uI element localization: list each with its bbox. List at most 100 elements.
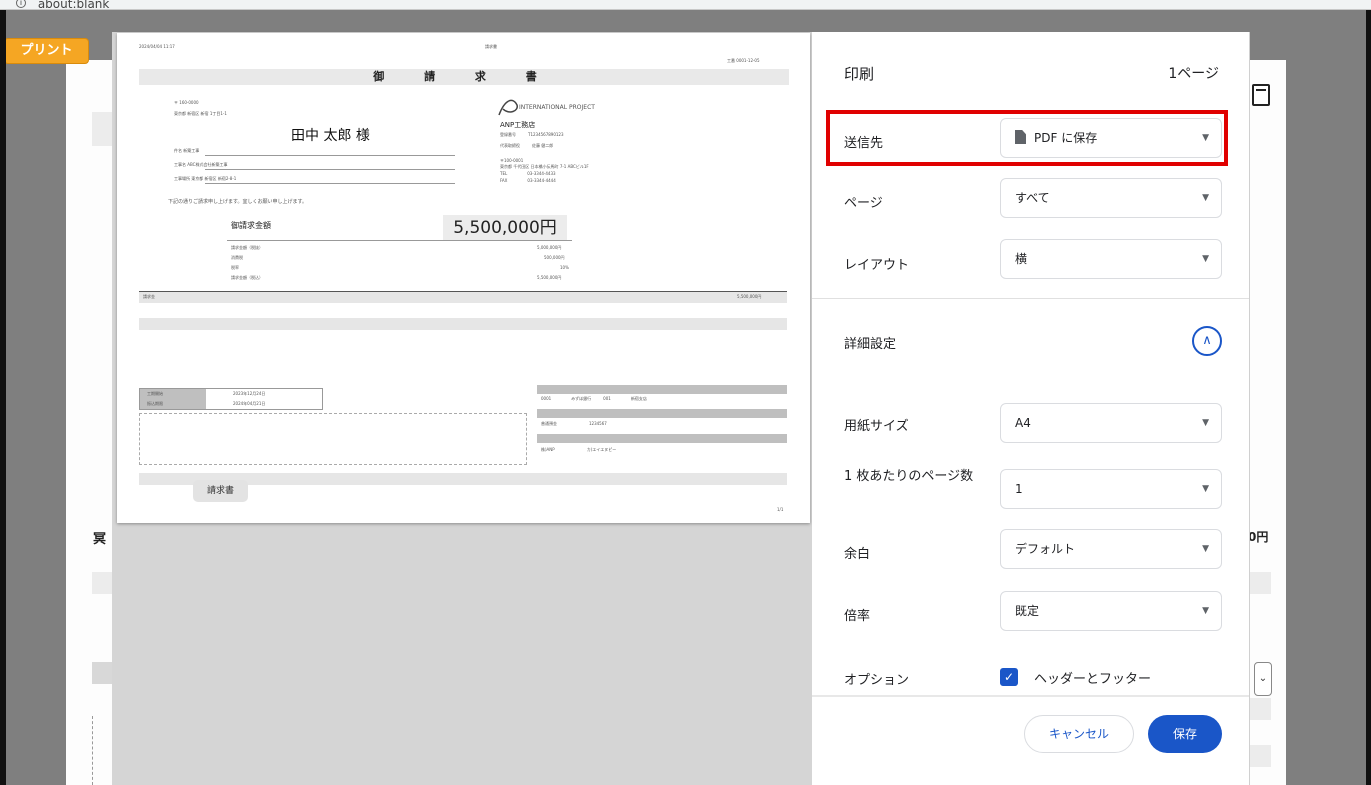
layout-select[interactable]: 横 ▼ <box>1000 239 1222 279</box>
address-bar[interactable]: i about:blank <box>0 0 1371 10</box>
underlying-band <box>1249 572 1271 594</box>
preview-breakdown: 500,000円 <box>544 255 565 260</box>
preview-company-info: 代表取締役 佐藤 健二郎 <box>500 143 554 148</box>
preview-breakdown: 10% <box>560 265 569 270</box>
preview-address: 東京都 新宿区 新宿 1丁目1-1 <box>174 111 227 116</box>
preview-amount-label: 御請求金額 <box>231 221 271 230</box>
panel-edge <box>1249 32 1250 785</box>
underlying-band <box>1249 698 1271 720</box>
preview-rule <box>205 169 455 170</box>
pages-value: すべて <box>1015 191 1050 205</box>
print-dialog-title: 印刷 <box>844 65 875 83</box>
preview-rule <box>227 240 572 241</box>
company-logo: INTERNATIONAL PROJECT <box>498 99 595 116</box>
preview-field: 件名 新築工事 <box>174 148 200 153</box>
pages-select[interactable]: すべて ▼ <box>1000 178 1222 218</box>
preview-page-number: 1/1 <box>777 507 784 512</box>
scale-value: 既定 <box>1015 604 1040 618</box>
save-button[interactable]: 保存 <box>1148 715 1222 753</box>
preview-company-info: TEL 03-3344-4433 <box>500 171 556 176</box>
underlying-band <box>1249 745 1271 767</box>
chevron-up-icon[interactable]: ∧ <box>1192 326 1222 356</box>
preview-rule <box>205 183 455 184</box>
paper-size-select[interactable]: A4 ▼ <box>1000 403 1222 443</box>
underlying-dashed-line <box>92 716 93 785</box>
preview-tag: 請求書 <box>193 480 248 502</box>
chevron-down-icon: ▼ <box>1202 484 1209 494</box>
destination-highlight-box <box>826 110 1228 166</box>
preview-header-text: 請求書 <box>485 44 497 49</box>
scale-label: 倍率 <box>844 609 871 624</box>
advanced-settings-label[interactable]: 詳細設定 <box>844 333 896 352</box>
preview-bank-text: 普通預金 1234567 <box>541 421 607 426</box>
preview-amount: 5,500,000円 <box>443 215 567 241</box>
scale-select[interactable]: 既定 ▼ <box>1000 591 1222 631</box>
headers-footers-checkbox[interactable]: ✓ <box>1000 668 1018 686</box>
preview-doc-title: 御 請 求 書 <box>139 69 789 85</box>
preview-total-bar <box>139 291 787 303</box>
preview-total-value: 5,500,000円 <box>737 294 762 299</box>
address-text: about:blank <box>37 0 110 10</box>
preview-postal: 〒 160-0000 <box>174 100 199 105</box>
preview-total-label: 請求金 <box>143 294 155 299</box>
preview-customer-name: 田中 太郎 様 <box>291 128 370 144</box>
chevron-down-icon: ▼ <box>1202 418 1209 428</box>
preview-company-name: ANP工務店 <box>500 121 536 129</box>
page-count: 1ページ <box>1168 66 1219 82</box>
preview-header-text: 2024/04/04 11:17 <box>139 44 175 49</box>
preview-header-text: 工番 0001-12-05 <box>727 58 760 63</box>
layout-value: 横 <box>1015 252 1028 266</box>
section-divider <box>812 298 1249 299</box>
pages-per-sheet-value: 1 <box>1015 482 1023 496</box>
preview-breakdown: 5,000,000円 <box>537 245 562 250</box>
print-button[interactable]: プリント <box>4 38 89 64</box>
preview-greeting: 下記の通りご請求申し上げます。宜しくお願い申し上げます。 <box>168 199 308 205</box>
pages-per-sheet-select[interactable]: 1 ▼ <box>1000 469 1222 509</box>
underlying-amount-fragment: 0円 <box>1248 530 1269 544</box>
preview-sheet: 2024/04/04 11:17 請求書 工番 0001-12-05 御 請 求… <box>117 33 810 523</box>
preview-breakdown: 税率 <box>231 265 239 270</box>
preview-company-info: 東京都 千代田区 日本橋小伝馬町 7-1 ABCビル1F <box>500 164 589 169</box>
footer-divider <box>812 695 1249 697</box>
preview-bank-text: 0001 みずほ銀行 001 新宿支店 <box>541 396 647 401</box>
preview-table-text: 2023年12月24日 <box>233 391 266 396</box>
company-logo-text: INTERNATIONAL PROJECT <box>519 104 595 111</box>
margins-select[interactable]: デフォルト ▼ <box>1000 529 1222 569</box>
preview-field: 工事場所 東京都 新宿区 新宿2-8-1 <box>174 176 237 181</box>
preview-bank-head <box>537 434 787 443</box>
underlying-text-fragment: 冥 <box>93 532 107 547</box>
options-label: オプション <box>844 673 910 688</box>
preview-bank-head <box>537 409 787 418</box>
chevron-down-icon: ▼ <box>1202 606 1209 616</box>
underlying-select[interactable]: ⌄ <box>1254 662 1272 696</box>
chevron-down-icon: ▼ <box>1202 254 1209 264</box>
preview-breakdown: 消費税 <box>231 255 243 260</box>
chevron-down-icon: ▼ <box>1202 193 1209 203</box>
window-frame-right <box>1366 10 1371 785</box>
pages-label: ページ <box>844 196 883 211</box>
preview-breakdown: 請求金額（税込） <box>231 275 263 280</box>
cancel-button[interactable]: キャンセル <box>1024 715 1134 753</box>
pages-per-sheet-label: 1 枚あたりのページ数 <box>844 469 974 484</box>
info-icon: i <box>16 0 26 8</box>
preview-breakdown: 5,500,000円 <box>537 275 562 280</box>
preview-bar <box>139 318 787 330</box>
preview-table-text: 振込期限 <box>147 401 163 406</box>
preview-table-text: 工期開始 <box>147 391 163 396</box>
preview-bank-head <box>537 385 787 394</box>
paper-size-value: A4 <box>1015 416 1031 430</box>
preview-notes-box <box>139 413 527 465</box>
paper-size-label: 用紙サイズ <box>844 419 909 434</box>
calendar-icon[interactable] <box>1252 84 1270 106</box>
preview-table-text: 2024年04月21日 <box>233 401 266 406</box>
margins-label: 余白 <box>844 547 871 562</box>
preview-breakdown: 請求金額（税抜） <box>231 245 263 250</box>
headers-footers-label[interactable]: ヘッダーとフッター <box>1034 668 1151 687</box>
margins-value: デフォルト <box>1015 542 1076 556</box>
window-frame-left <box>0 10 6 785</box>
preview-company-info: 登録番号 T1234567890123 <box>500 132 564 137</box>
preview-bank-text: 株)ANP カ)エイエヌピー <box>541 447 617 452</box>
layout-label: レイアウト <box>844 258 910 273</box>
chevron-down-icon: ▼ <box>1202 544 1209 554</box>
preview-field: 工事名 ABC株式会社新築工事 <box>174 162 228 167</box>
